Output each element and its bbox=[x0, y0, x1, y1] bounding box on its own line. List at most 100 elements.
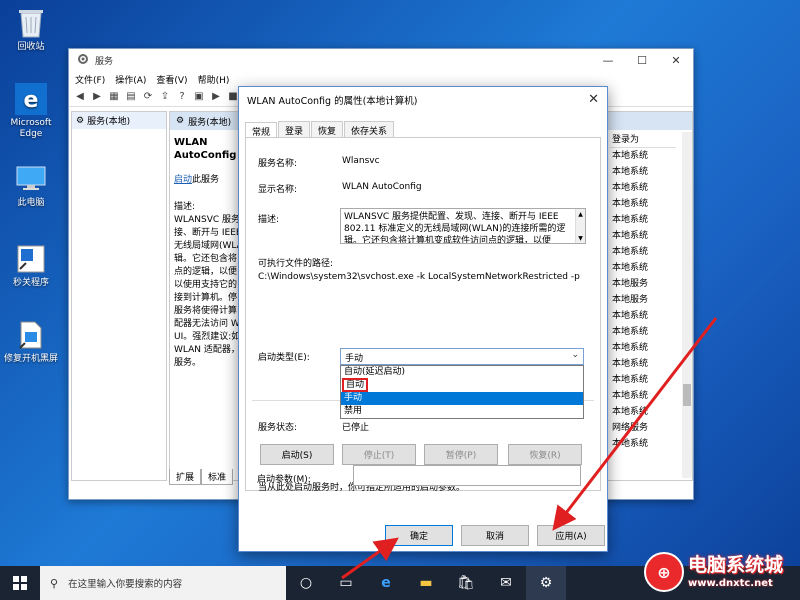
tree-item-services-local[interactable]: ⚙ 服务(本地) bbox=[72, 112, 166, 129]
scrollbar-thumb[interactable] bbox=[683, 384, 691, 406]
desktop-icon-this-pc[interactable]: 此电脑 bbox=[0, 162, 62, 209]
table-cell[interactable]: 本地系统 bbox=[610, 180, 676, 196]
option-manual[interactable]: 手动 bbox=[341, 392, 583, 405]
taskbar-edge-icon[interactable]: e bbox=[366, 566, 406, 600]
startup-type-select[interactable]: 手动 ⌄ bbox=[340, 348, 584, 365]
help-icon[interactable]: ? bbox=[175, 90, 189, 104]
store-icon[interactable]: 🛍 bbox=[446, 566, 486, 600]
ok-button[interactable]: 确定 bbox=[385, 525, 453, 546]
table-cell[interactable]: 本地系统 bbox=[610, 340, 676, 356]
search-placeholder: 在这里输入你要搜索的内容 bbox=[68, 579, 183, 590]
menu-file[interactable]: 文件(F) bbox=[75, 73, 105, 86]
service-name-value: Wlansvc bbox=[342, 156, 380, 166]
close-button[interactable]: ✕ bbox=[659, 49, 693, 71]
maximize-button[interactable]: ☐ bbox=[625, 49, 659, 71]
apply-button[interactable]: 应用(A) bbox=[537, 525, 605, 546]
chevron-down-icon: ⌄ bbox=[571, 350, 579, 360]
watermark-url: www.dnxtc.net bbox=[688, 578, 773, 589]
startup-type-label: 启动类型(E): bbox=[258, 353, 310, 363]
table-cell[interactable]: 本地系统 bbox=[610, 260, 676, 276]
view-tabs: 扩展 标准 bbox=[169, 469, 234, 485]
properties-icon[interactable]: ▤ bbox=[124, 90, 138, 104]
desktop-icon-quick-close[interactable]: 秒关程序 bbox=[0, 242, 62, 289]
taskbar-search[interactable]: ⚲ 在这里输入你要搜索的内容 bbox=[40, 566, 286, 600]
services-taskbar-icon[interactable]: ⚙ bbox=[526, 566, 566, 600]
table-cell[interactable]: 本地系统 bbox=[610, 356, 676, 372]
description-box[interactable]: WLANSVC 服务提供配置、发现、连接、断开与 IEEE 802.11 标准定… bbox=[340, 208, 586, 244]
service-status-value: 已停止 bbox=[342, 423, 370, 433]
start-params-label: 启动参数(M): bbox=[257, 475, 311, 485]
column-header-logon[interactable]: 登录为 bbox=[610, 132, 676, 148]
vertical-scrollbar[interactable] bbox=[682, 132, 692, 478]
start-button[interactable] bbox=[0, 566, 40, 600]
table-cell[interactable]: 本地系统 bbox=[610, 244, 676, 260]
gear-icon: ⚙ bbox=[176, 116, 185, 126]
option-disabled[interactable]: 禁用 bbox=[341, 405, 583, 418]
service-name-label: 服务名称: bbox=[258, 159, 298, 169]
start-params-input[interactable] bbox=[353, 465, 581, 486]
display-name-value: WLAN AutoConfig bbox=[342, 182, 422, 192]
table-cell[interactable]: 本地系统 bbox=[610, 148, 676, 164]
stop-button[interactable]: 停止(T) bbox=[342, 444, 416, 465]
desktop-icon-label: 秒关程序 bbox=[12, 278, 49, 288]
option-auto-label: 自动 bbox=[341, 378, 369, 392]
table-cell[interactable]: 本地服务 bbox=[610, 292, 676, 308]
mail-icon[interactable]: ✉ bbox=[486, 566, 526, 600]
desktop-icon-repair-boot[interactable]: 修复开机黑屏 bbox=[0, 318, 62, 365]
start-link-suffix: 此服务 bbox=[192, 175, 220, 185]
task-view-icon[interactable]: ▭ bbox=[326, 566, 366, 600]
desktop-icon-label: 回收站 bbox=[17, 42, 45, 52]
refresh-icon[interactable]: ⟳ bbox=[141, 90, 155, 104]
menu-bar: 文件(F) 操作(A) 查看(V) 帮助(H) bbox=[69, 71, 693, 87]
menu-help[interactable]: 帮助(H) bbox=[198, 73, 230, 86]
file-explorer-icon[interactable]: ▬ bbox=[406, 566, 446, 600]
table-cell[interactable]: 本地服务 bbox=[610, 276, 676, 292]
edge-icon: e bbox=[14, 82, 48, 116]
tree-item-label: 服务(本地) bbox=[87, 117, 131, 127]
console-tree-icon[interactable]: ▦ bbox=[107, 90, 121, 104]
option-auto[interactable]: 自动 bbox=[341, 378, 583, 392]
back-icon[interactable]: ◀ bbox=[73, 90, 87, 104]
menu-action[interactable]: 操作(A) bbox=[115, 73, 146, 86]
start-service-link[interactable]: 启动 bbox=[174, 175, 192, 185]
minimize-button[interactable]: — bbox=[591, 49, 625, 71]
site-watermark: ⊕ 电脑系统城 www.dnxtc.net bbox=[640, 548, 800, 600]
search-icon: ⚲ bbox=[50, 576, 59, 590]
table-cell[interactable]: 网络服务 bbox=[610, 420, 676, 436]
export-icon[interactable]: ⇪ bbox=[158, 90, 172, 104]
table-cell[interactable]: 本地系统 bbox=[610, 228, 676, 244]
windows-logo-icon bbox=[13, 576, 27, 590]
startup-type-dropdown: 自动(延迟启动) 自动 手动 禁用 bbox=[340, 365, 584, 419]
dialog-titlebar[interactable]: WLAN AutoConfig 的属性(本地计算机) bbox=[239, 87, 607, 113]
table-cell[interactable]: 本地系统 bbox=[610, 196, 676, 212]
table-cell[interactable]: 本地系统 bbox=[610, 324, 676, 340]
description-scrollbar[interactable]: ▲ ▼ bbox=[575, 209, 585, 243]
dialog-close-icon[interactable]: ✕ bbox=[588, 92, 599, 107]
table-cell[interactable]: 本地系统 bbox=[610, 164, 676, 180]
table-cell[interactable]: 本地系统 bbox=[610, 404, 676, 420]
desktop-icon-recycle-bin[interactable]: 回收站 bbox=[0, 6, 62, 53]
tab-standard[interactable]: 标准 bbox=[201, 469, 234, 485]
table-cell[interactable]: 本地系统 bbox=[610, 308, 676, 324]
tab-extended[interactable]: 扩展 bbox=[169, 469, 202, 485]
table-cell[interactable]: 本地系统 bbox=[610, 372, 676, 388]
desktop-icon-label: 此电脑 bbox=[17, 198, 45, 208]
play-icon[interactable]: ▶ bbox=[209, 90, 223, 104]
pause-button[interactable]: 暂停(P) bbox=[424, 444, 498, 465]
desktop-icon-edge[interactable]: e Microsoft Edge bbox=[0, 82, 62, 140]
exe-path-value: C:\Windows\system32\svchost.exe -k Local… bbox=[258, 272, 580, 282]
cancel-button[interactable]: 取消 bbox=[461, 525, 529, 546]
table-cell[interactable]: 本地系统 bbox=[610, 212, 676, 228]
description-label: 描述: bbox=[258, 215, 280, 225]
cortana-icon[interactable]: ○ bbox=[286, 566, 326, 600]
table-cell[interactable]: 本地系统 bbox=[610, 388, 676, 404]
mmc-icon[interactable]: ▣ bbox=[192, 90, 206, 104]
exe-path-label: 可执行文件的路径: bbox=[258, 259, 334, 269]
option-auto-delayed[interactable]: 自动(延迟启动) bbox=[341, 366, 583, 379]
desktop-icon-label: 修复开机黑屏 bbox=[3, 354, 58, 364]
resume-button[interactable]: 恢复(R) bbox=[508, 444, 582, 465]
start-button[interactable]: 启动(S) bbox=[260, 444, 334, 465]
table-cell[interactable]: 本地系统 bbox=[610, 436, 676, 452]
menu-view[interactable]: 查看(V) bbox=[156, 73, 187, 86]
forward-icon[interactable]: ▶ bbox=[90, 90, 104, 104]
